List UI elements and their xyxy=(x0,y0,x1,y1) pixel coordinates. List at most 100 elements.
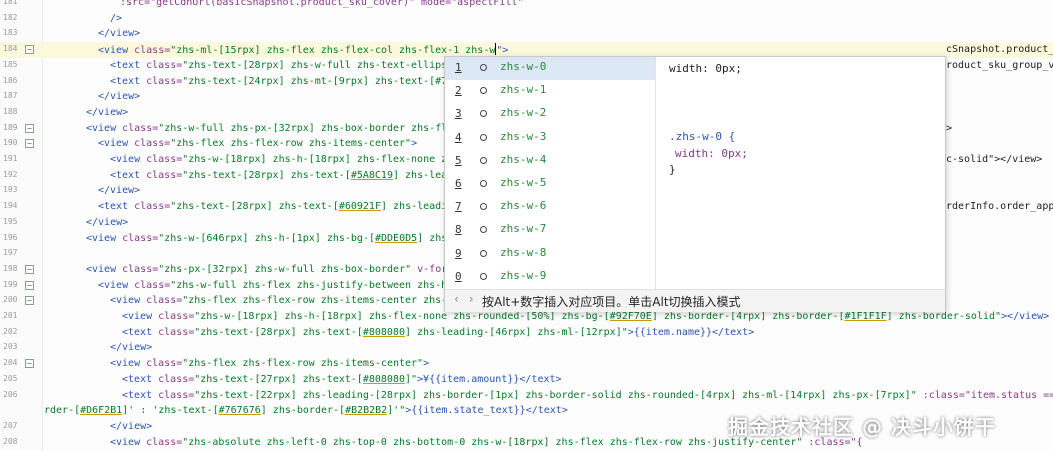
line-number: 187 xyxy=(3,91,18,101)
line-number: 186 xyxy=(3,75,18,85)
item-shortcut-number: 1 xyxy=(455,61,462,74)
code-text: </view> xyxy=(86,106,128,120)
code-line[interactable]: 181:src="getCdnUrl(basicSnapshot.product… xyxy=(0,0,1053,11)
code-overflow-text: > xyxy=(946,122,953,134)
code-text: <text class="zhs-text-[28rpx] zhs-text-[… xyxy=(110,169,447,183)
line-number: 195 xyxy=(3,216,18,226)
code-token: "zhs-text-[28rpx] zhs-text-[ xyxy=(194,326,363,338)
code-text: </view> xyxy=(98,184,140,198)
item-label: zhs-w-5 xyxy=(500,176,547,189)
line-number: 191 xyxy=(3,154,18,163)
code-line[interactable]: 203 </view> xyxy=(0,340,1053,356)
code-token: class= xyxy=(134,138,171,150)
code-token: class= xyxy=(158,326,195,338)
autocomplete-detail-panel: width: 0px; .zhs-w-0 { width: 0px; } xyxy=(669,57,939,289)
fold-toggle-icon[interactable] xyxy=(25,45,34,55)
code-token: "zhs-ml-[15rpx] zhs-flex zhs-flex-col zh… xyxy=(170,45,496,57)
code-line[interactable]: 206 <text class="zhs-text-[22rpx] zhs-lea… xyxy=(0,388,1053,404)
autocomplete-item[interactable]: 0 zhs-w-9 xyxy=(445,266,655,289)
detail-selector: .zhs-w-0 { xyxy=(669,130,736,143)
line-number: 194 xyxy=(3,201,18,211)
code-line[interactable]: 183 </view> xyxy=(0,26,1053,42)
code-token: class= xyxy=(146,436,183,448)
code-token: class= xyxy=(134,201,171,213)
code-line[interactable]: 202 <text class="zhs-text-[28rpx] zhs-tex… xyxy=(0,325,1053,341)
item-shortcut-number: 2 xyxy=(455,84,462,98)
code-token: > xyxy=(411,138,418,150)
code-token: class= xyxy=(158,311,195,322)
code-token: class= xyxy=(146,295,183,307)
autocomplete-list[interactable]: 1 zhs-w-0 2 zhs-w-1 3 zhs-w-2 4 zhs-w-3 5 zhs-w-4… xyxy=(445,57,656,289)
item-label: zhs-w-0 xyxy=(500,60,547,73)
autocomplete-item[interactable]: 5 zhs-w-4 xyxy=(445,150,655,173)
code-token: /> xyxy=(110,12,123,24)
autocomplete-item[interactable]: 3 zhs-w-2 xyxy=(445,103,655,126)
line-number: 197 xyxy=(3,248,18,258)
fold-toggle-icon[interactable] xyxy=(25,359,34,369)
detail-summary: width: 0px; xyxy=(669,62,742,75)
code-token: ] zhs-lea xyxy=(392,169,448,181)
autocomplete-item[interactable]: 4 zhs-w-3 xyxy=(445,127,655,150)
item-label: zhs-w-1 xyxy=(500,83,547,97)
code-line[interactable]: 205 <text class="zhs-text-[27rpx] zhs-tex… xyxy=(0,372,1053,388)
code-token: "zhs-flex zhs-flex-row zhs-items-center … xyxy=(182,295,448,307)
watermark: 掘金技术社区 @ 决斗小饼干 xyxy=(728,415,996,439)
code-token: "zhs-flex zhs-flex-row zhs-items-center" xyxy=(182,358,424,370)
code-token: class= xyxy=(146,169,183,181)
fold-toggle-icon[interactable] xyxy=(25,139,34,149)
autocomplete-footer: ‹ › 按Alt+数字插入对应项目。单击Alt切换插入模式 xyxy=(445,289,945,312)
line-number: 193 xyxy=(3,185,18,195)
autocomplete-item[interactable]: 2 zhs-w-1 xyxy=(445,80,655,103)
code-token: ] zhs-border-[ xyxy=(260,405,346,417)
fold-toggle-icon[interactable] xyxy=(25,280,34,290)
class-suggestion-icon xyxy=(480,203,487,211)
code-token: #1F1F1F xyxy=(844,311,887,322)
code-token: :class="item.status == xyxy=(916,389,1053,401)
code-token: #92F70E xyxy=(609,311,652,322)
footer-nav-arrows-icon[interactable]: ‹ › xyxy=(453,292,475,306)
code-token: "zhs-w-full zhs-flex zhs-justify-between… xyxy=(170,279,448,291)
line-number: 196 xyxy=(3,232,18,242)
fold-toggle-icon[interactable] xyxy=(25,296,34,306)
code-line[interactable]: 182 /> xyxy=(0,11,1053,27)
code-token: "zhs-text-[22rpx] zhs-leading-[28rpx] zh… xyxy=(194,389,917,401)
code-token: #767676 xyxy=(218,405,261,417)
code-token: ></view> xyxy=(1001,311,1050,322)
code-text: </view> xyxy=(110,341,152,355)
autocomplete-item[interactable]: 7 zhs-w-6 xyxy=(445,196,655,219)
autocomplete-item[interactable]: 6 zhs-w-5 xyxy=(445,173,655,196)
code-token: "zhs-w-[646rpx] zhs-h-[1px] zhs-bg-[ xyxy=(158,232,375,244)
code-token: class= xyxy=(146,59,183,71)
code-line[interactable]: 204 <view class="zhs-flex zhs-flex-row zh… xyxy=(0,356,1053,372)
code-overflow-text: cSnapshot.product_ xyxy=(946,44,1053,56)
line-number: 184 xyxy=(3,44,18,54)
code-token: ]' : 'zhs-text-[ xyxy=(122,405,219,417)
fold-toggle-icon[interactable] xyxy=(25,123,34,133)
code-token: <text xyxy=(98,201,135,213)
code-token: <view xyxy=(98,45,135,57)
code-token: class= xyxy=(158,389,195,401)
code-token: <view xyxy=(86,122,123,134)
code-token: <view xyxy=(98,279,135,291)
class-suggestion-icon xyxy=(480,249,487,257)
code-text: <text class="zhs-text-[28rpx] zhs-text-[… xyxy=(122,326,754,340)
code-token: class= xyxy=(122,122,159,134)
line-number: 181 xyxy=(3,0,18,6)
fold-toggle-icon[interactable] xyxy=(25,264,34,274)
code-token: </view> xyxy=(110,342,153,354)
item-label: zhs-w-3 xyxy=(500,129,547,143)
line-number: 201 xyxy=(3,311,18,320)
autocomplete-item[interactable]: 8 zhs-w-7 xyxy=(445,219,655,242)
line-number: 208 xyxy=(3,436,18,446)
code-token: <view xyxy=(86,263,123,275)
code-text: </view> xyxy=(98,27,140,41)
code-text: rder-[#D6F2B1]' : 'zhs-text-[#767676] zh… xyxy=(44,404,568,418)
item-shortcut-number: 9 xyxy=(455,246,462,260)
code-token: <text xyxy=(122,389,159,401)
autocomplete-item[interactable]: 9 zhs-w-8 xyxy=(445,243,655,266)
code-token: <text xyxy=(110,59,147,71)
autocomplete-popup[interactable]: 1 zhs-w-0 2 zhs-w-1 3 zhs-w-2 4 zhs-w-3 5 zhs-w-4… xyxy=(444,56,946,312)
code-text: <view class="zhs-flex zhs-flex-row zhs-i… xyxy=(110,357,429,371)
code-token: "zhs-w-full zhs-px-[32rpx] zhs-box-borde… xyxy=(158,122,448,134)
autocomplete-item[interactable]: 1 zhs-w-0 xyxy=(445,57,655,80)
